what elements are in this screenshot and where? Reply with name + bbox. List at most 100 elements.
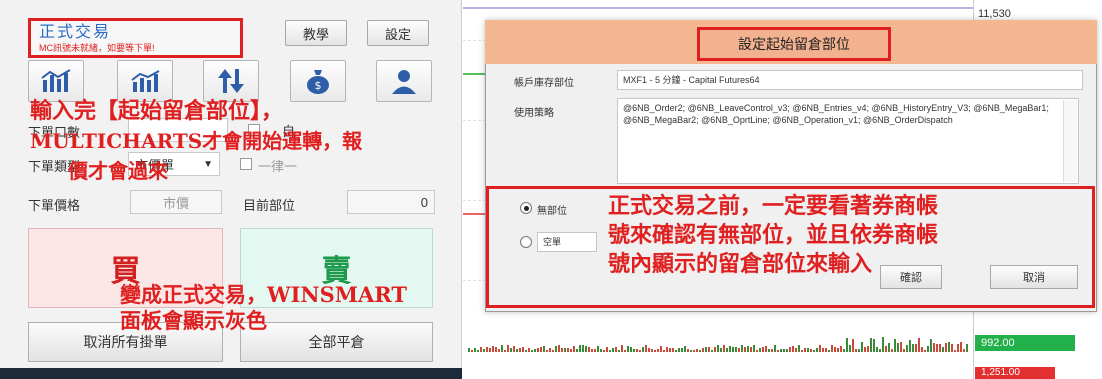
volume-bar [951, 344, 953, 352]
status-subtitle: MC訊號未就緒，如要等下單! [39, 43, 155, 53]
dialog-title: 設定起始留倉部位 [697, 27, 891, 61]
volume-bar [807, 348, 809, 352]
volume-bar [768, 349, 770, 352]
volume-bar [789, 347, 791, 352]
volume-bar [576, 349, 578, 352]
volume-bar [780, 349, 782, 352]
volume-bar [876, 347, 878, 352]
up-down-arrows-button[interactable] [203, 60, 259, 102]
volume-bar [540, 347, 542, 352]
volume-bar [729, 346, 731, 352]
volume-bar [624, 350, 626, 352]
account-label: 帳戶庫存部位 [514, 78, 574, 89]
volume-bar [897, 343, 899, 352]
volume-bar [822, 348, 824, 352]
volume-bar [516, 349, 518, 352]
volume-bar [573, 346, 575, 352]
volume-bar [531, 350, 533, 352]
volume-bar [720, 348, 722, 352]
volume-bar [477, 350, 479, 352]
volume-bar [714, 347, 716, 352]
volume-bar [927, 346, 929, 352]
volume-bar [525, 350, 527, 352]
money-bag-icon: $ [307, 70, 329, 94]
trading-status-box: 正式交易 MC訊號未就緒，如要等下單! [28, 18, 243, 58]
volume-bar [621, 345, 623, 352]
volume-bar [741, 345, 743, 352]
annotation-line-3: 價才會過來 [68, 159, 168, 183]
volume-bar [849, 345, 851, 352]
volume-bar [606, 347, 608, 352]
volume-bar [660, 346, 662, 352]
volume-bar [810, 349, 812, 352]
trading-panel: 正式交易 MC訊號未就緒，如要等下單! 教學 設定 $ 下單口數 自 下單類型 … [0, 0, 462, 379]
account-field[interactable]: MXF1 - 5 分鐘 - Capital Futures64 [617, 70, 1083, 90]
volume-bar [684, 346, 686, 352]
volume-bar [834, 347, 836, 352]
volume-bar [552, 350, 554, 352]
volume-bar [825, 348, 827, 352]
volume-bar [777, 350, 779, 352]
volume-bar [564, 348, 566, 352]
chart-line-icon [131, 70, 160, 92]
volume-bar [759, 348, 761, 352]
taskbar-strip [0, 368, 462, 379]
strategy-scrollbar[interactable] [1063, 100, 1077, 182]
volume-bar [918, 338, 920, 352]
volume-bar [963, 349, 965, 352]
volume-bar [651, 349, 653, 352]
volume-bar [786, 349, 788, 352]
teach-button[interactable]: 教學 [285, 20, 347, 46]
volume-bar [840, 346, 842, 352]
volume-bar [558, 345, 560, 352]
volume-bar [735, 347, 737, 352]
volume-bar [858, 349, 860, 352]
chart-bars-button[interactable] [28, 60, 84, 102]
radio-no-position[interactable] [520, 202, 532, 214]
volume-bar [774, 345, 776, 352]
volume-bar [855, 349, 857, 352]
volume-bar [717, 345, 719, 352]
volume-bar [555, 346, 557, 352]
current-price-tag: 992.00 [975, 335, 1075, 351]
volume-bar [708, 347, 710, 352]
position-value: 0 [347, 190, 435, 214]
price-label-top: 11,530 [978, 8, 1011, 20]
ok-button[interactable]: 確認 [880, 265, 942, 289]
price-tag-red: 1,251.00 [975, 367, 1055, 379]
cancel-button[interactable]: 取消 [990, 265, 1078, 289]
volume-bar [468, 348, 470, 352]
volume-bar [831, 345, 833, 352]
radio-short[interactable] [520, 236, 532, 248]
always-one-label: 一律一 [258, 159, 298, 174]
volume-bar [654, 350, 656, 352]
volume-bar [753, 345, 755, 352]
volume-bar [804, 348, 806, 352]
volume-bar [528, 348, 530, 352]
settings-button[interactable]: 設定 [367, 20, 429, 46]
volume-bar [756, 350, 758, 352]
volume-bar [945, 343, 947, 352]
order-price-input[interactable]: 市價 [130, 190, 222, 214]
volume-bar [693, 350, 695, 352]
close-all-positions-button[interactable]: 全部平倉 [240, 322, 433, 362]
volume-bar [882, 337, 884, 352]
volume-bar [816, 348, 818, 352]
annotation-line-2: MULTICHARTS才會開始運轉，報 [30, 129, 363, 153]
volume-bar [852, 339, 854, 352]
volume-bar [921, 347, 923, 352]
user-icon [392, 70, 416, 94]
money-bag-button[interactable]: $ [290, 60, 346, 102]
volume-bar [597, 346, 599, 352]
volume-bar [546, 350, 548, 352]
chart-line-button[interactable] [117, 60, 173, 102]
volume-bar [594, 349, 596, 352]
volume-bar [798, 345, 800, 352]
volume-bar [870, 338, 872, 352]
volume-bar [867, 346, 869, 352]
always-one-checkbox[interactable] [240, 158, 252, 170]
volume-bar [507, 345, 509, 352]
strategy-field[interactable]: @6NB_Order2; @6NB_LeaveControl_v3; @6NB_… [617, 98, 1079, 184]
volume-bar [960, 342, 962, 352]
user-button[interactable] [376, 60, 432, 102]
